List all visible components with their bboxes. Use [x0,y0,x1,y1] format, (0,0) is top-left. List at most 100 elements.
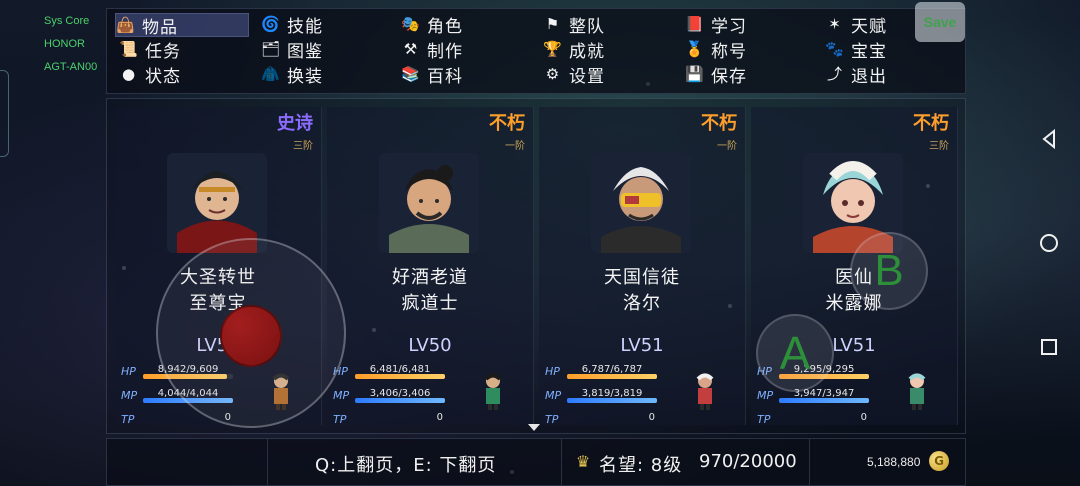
menu-item-outfit[interactable]: 🧥 换装 [261,63,323,87]
character-title: 天国信徒 [604,267,680,288]
menu-item-label: 物品 [142,17,178,38]
encyclopedia-icon: 📚 [401,65,421,83]
character-sprite-image [484,373,502,410]
rank-label: 不朽 [913,113,949,134]
character-card[interactable]: 不朽 一阶 天国信徒 洛尔 LV51 HP 6,787/6,787 MP 3,8… [539,107,746,426]
mp-row: MP 3,406/3,406 [333,388,445,405]
menu-item-titles[interactable]: 🏅 称号 [685,38,747,62]
menu-item-save[interactable]: 💾 保存 [685,63,747,87]
menu-item-catalog[interactable]: 🗂 图鉴 [261,38,323,62]
menu-item-pets[interactable]: 🐾 宝宝 [825,38,887,62]
device-line-1: Sys Core [44,15,90,27]
tp-row: TP 0 [333,412,445,429]
rank-label: 史诗 [277,113,313,134]
character-portrait [379,153,479,253]
hp-row: HP 6,787/6,787 [545,364,657,381]
gold-coin-icon: G [929,451,949,471]
menu-item-skills[interactable]: 🌀 技能 [261,13,323,37]
craft-icon: ⚒ [403,40,419,58]
menu-item-label: 保存 [711,66,747,87]
menu-item-formation[interactable]: ⚑ 整队 [543,13,605,37]
character-sprite [691,371,719,411]
character-name: 米露娜 [825,293,883,314]
tp-label: TP [333,413,347,426]
menu-item-study[interactable]: 📕 学习 [685,13,747,37]
left-edge-pill[interactable] [0,70,9,157]
tier-label: 一阶 [505,141,525,152]
tp-value: 0 [860,412,867,423]
flag-icon: ⚑ [545,15,561,33]
virtual-button-b[interactable]: B [850,232,928,310]
android-home-button[interactable] [1036,230,1062,256]
rank-label: 不朽 [489,113,525,134]
outfit-icon: 🧥 [261,65,281,83]
character-level: LV51 [620,335,664,356]
bottom-divider [561,439,562,485]
character-card[interactable]: 不朽 一阶 好酒老道 疯道士 LV50 HP 6,481/6,481 MP 3,… [327,107,534,426]
device-line-3: AGT-AN00 [44,61,98,73]
gold-coin-letter: G [934,454,944,468]
menu-item-settings[interactable]: ⚙ 设置 [543,63,605,87]
character-sprite [479,371,507,411]
menu-item-items[interactable]: 👜 物品 [115,13,249,38]
mp-row: MP 3,947/3,947 [757,388,869,405]
menu-item-label: 状态 [145,66,181,87]
menu-item-characters[interactable]: 🎭 角色 [401,13,463,37]
android-back-button[interactable] [1036,126,1062,152]
character-portrait [591,153,691,253]
tp-row: TP 0 [757,412,869,429]
menu-item-label: 宝宝 [851,41,887,62]
character-sprite-image [908,373,926,410]
tp-value: 0 [436,412,443,423]
joystick-knob[interactable] [220,305,282,367]
hp-value: 6,787/6,787 [581,364,643,375]
mp-value: 3,819/3,819 [581,388,643,399]
save-button[interactable]: Save [915,2,965,42]
menu-item-status[interactable]: ● 状态 [119,63,181,87]
button-a-label: A [779,327,811,379]
menu-item-exit[interactable]: ⤴ 退出 [825,63,887,87]
menu-item-label: 天赋 [851,16,887,37]
menu-item-label: 制作 [427,41,463,62]
android-recent-apps-button[interactable] [1036,334,1062,360]
exit-icon: ⤴ [826,65,843,83]
menu-item-label: 称号 [711,41,747,62]
menu-item-quests[interactable]: 📜 任务 [119,38,181,62]
save-disk-icon: 💾 [685,65,705,83]
character-sprite-image [696,373,714,410]
hp-label: HP [121,365,136,378]
hp-label: HP [545,365,560,378]
mp-row: MP 3,819/3,819 [545,388,657,405]
trophy-icon: 🏆 [543,40,563,58]
gear-icon: ⚙ [545,65,561,83]
tp-row: TP 0 [545,412,657,429]
menu-item-encyclopedia[interactable]: 📚 百科 [401,63,463,87]
tier-label: 三阶 [293,141,313,152]
menu-item-label: 图鉴 [287,41,323,62]
portrait-image [591,153,691,253]
character-name: 洛尔 [623,293,661,314]
tp-label: TP [757,413,771,426]
tp-label: TP [121,413,135,426]
mp-value: 3,406/3,406 [369,388,431,399]
home-circle-icon [1040,234,1058,252]
reputation-crown-icon: ♛ [575,452,591,471]
scroll-down-indicator[interactable] [528,424,540,431]
mp-label: MP [545,389,562,402]
mp-label: MP [121,389,138,402]
menu-item-label: 退出 [851,66,887,87]
mp-label: MP [333,389,350,402]
reputation-progress: 970/20000 [699,451,797,472]
medal-icon: 🏅 [685,40,705,58]
menu-item-achievements[interactable]: 🏆 成就 [543,38,605,62]
bottom-divider [809,439,810,485]
menu-item-talent[interactable]: ✶ 天赋 [825,13,887,37]
character-name: 疯道士 [401,293,459,314]
button-b-label: B [874,246,904,295]
device-info: Sys Core HONOR AGT-AN00 [44,10,104,79]
bottom-divider [267,439,268,485]
hp-row: HP 6,481/6,481 [333,364,445,381]
pet-icon: 🐾 [825,40,845,58]
virtual-button-a[interactable]: A [756,314,834,392]
menu-item-craft[interactable]: ⚒ 制作 [401,38,463,62]
